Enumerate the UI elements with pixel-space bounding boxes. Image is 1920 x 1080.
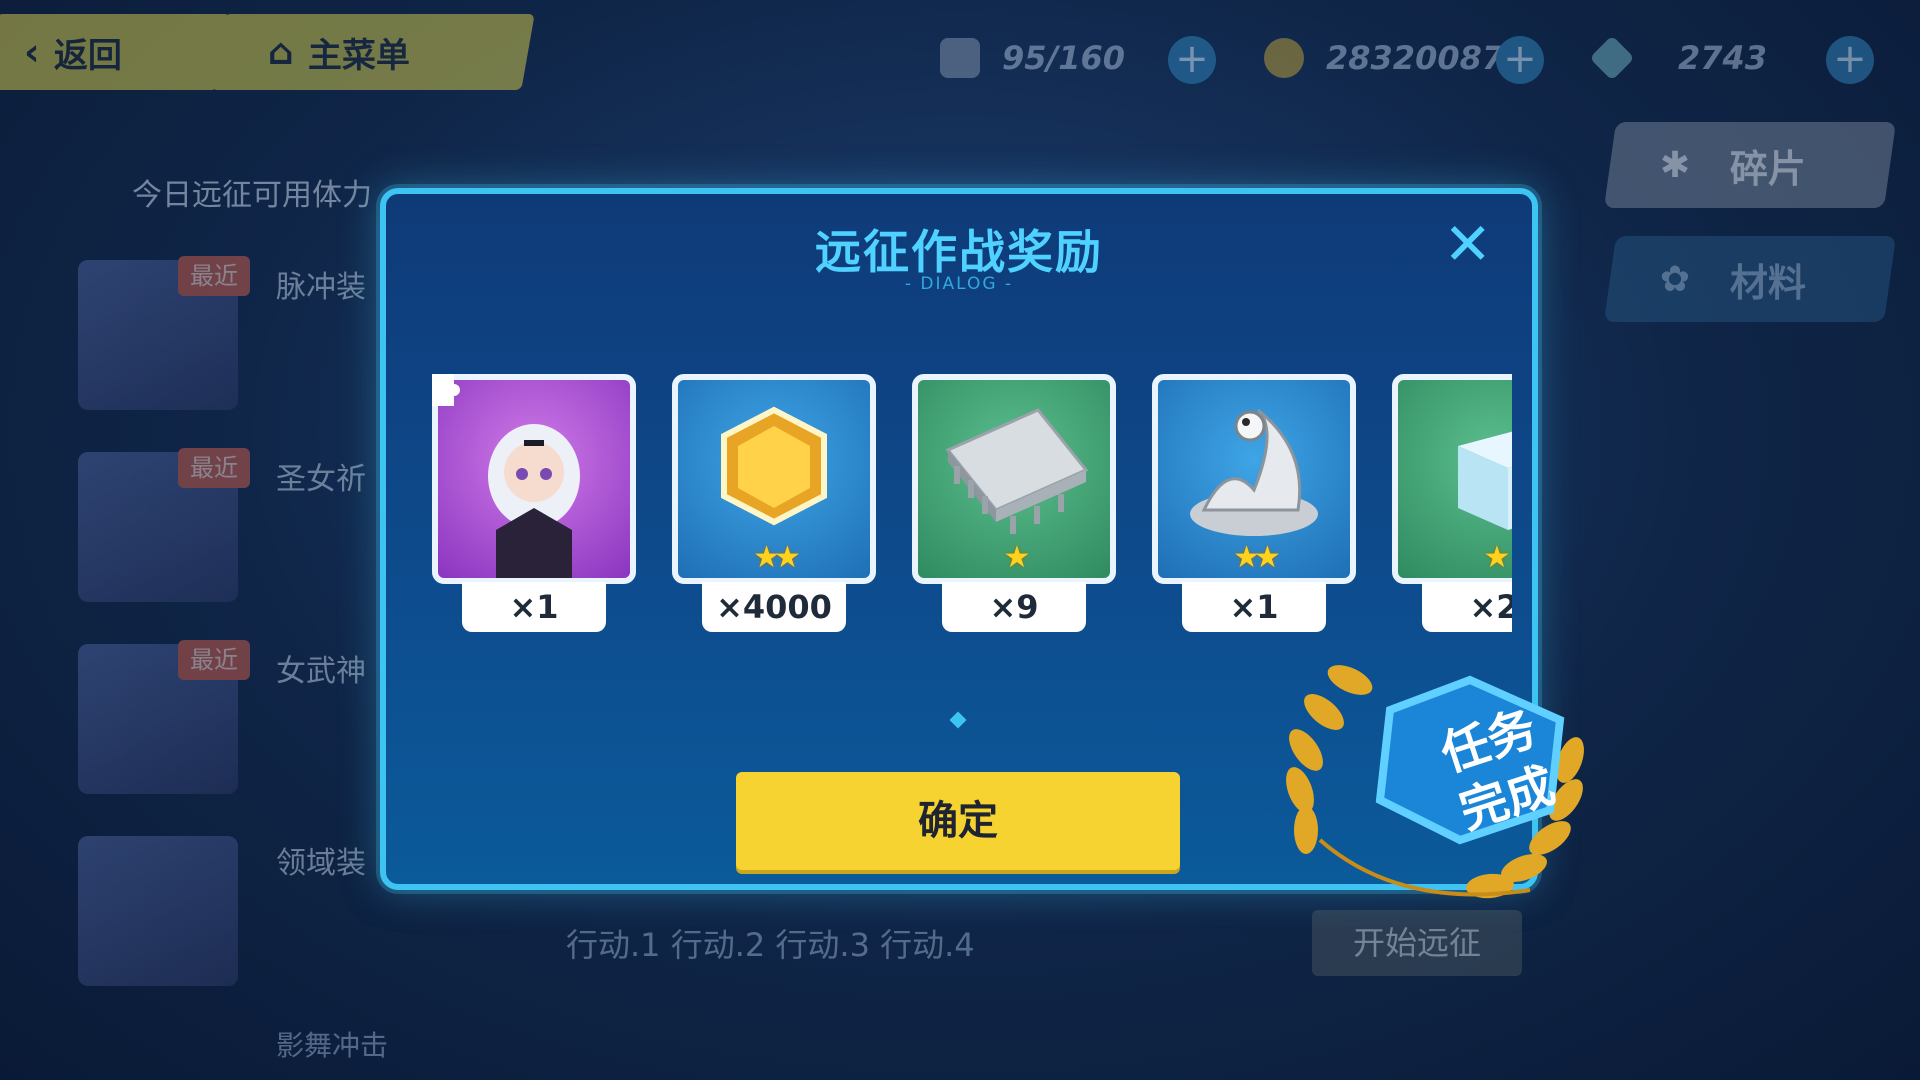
add-coin-button[interactable]: + — [1496, 36, 1544, 84]
expedition-thumb[interactable] — [78, 836, 238, 986]
main-menu-button[interactable]: ⌂ 主菜单 — [211, 14, 535, 90]
reward-quantity: ×1 — [462, 582, 606, 632]
main-menu-label: 主菜单 — [307, 35, 410, 76]
tab-materials-label: 材料 — [1730, 260, 1807, 305]
recent-tag: 最近 — [178, 448, 250, 488]
add-crystal-button[interactable]: + — [1826, 36, 1874, 84]
rarity-stars: ★ — [1483, 540, 1511, 575]
dialog-title: 远征作战奖励 — [815, 225, 1103, 279]
material-icon: ✿ — [1660, 258, 1691, 300]
reward-quantity: ×2 — [1422, 582, 1512, 632]
stamina-value: 95/160 — [1002, 39, 1126, 77]
stamina-counter: 95/160 — [940, 30, 1125, 86]
tab-materials[interactable]: ✿ 材料 — [1603, 236, 1897, 322]
reward-quantity: ×9 — [942, 582, 1086, 632]
reward-quantity: ×4000 — [702, 582, 846, 632]
dialog-subtitle: - DIALOG - — [904, 274, 1014, 294]
coin-value: 28320087 — [1326, 39, 1505, 77]
reward-item[interactable]: ★ ×9 — [912, 374, 1116, 634]
crystal-value: 2743 — [1678, 39, 1768, 77]
reward-quantity: ×1 — [1182, 582, 1326, 632]
confirm-button[interactable]: 确定 — [736, 772, 1180, 870]
crystal-counter: 2743 — [1589, 30, 1768, 86]
rarity-stars: ★ — [1003, 540, 1031, 575]
actions-label: 行动.1 行动.2 行动.3 行动.4 — [566, 926, 975, 964]
back-button[interactable]: ‹ 返回 — [0, 14, 231, 90]
close-icon[interactable]: ✕ — [1443, 210, 1492, 278]
home-icon: ⌂ — [268, 31, 294, 73]
stamina-title: 今日远征可用体力 — [132, 178, 372, 213]
divider-diamond — [949, 711, 967, 729]
rarity-stars: ★★ — [753, 540, 801, 575]
puzzle-icon: ✱ — [1660, 144, 1691, 186]
coin-icon — [1264, 38, 1304, 78]
tab-fragments[interactable]: ✱ 碎片 — [1603, 122, 1897, 208]
recent-tag: 最近 — [178, 640, 250, 680]
reward-item[interactable]: ×1 — [432, 374, 636, 634]
rarity-stars: ★★ — [1233, 540, 1281, 575]
stamina-icon — [940, 38, 980, 78]
back-label: 返回 — [53, 35, 122, 76]
expedition-label: 脉冲装 — [276, 270, 366, 305]
reward-item[interactable]: ★★ ×4000 — [672, 374, 876, 634]
mission-complete-badge: 任务 完成 — [1280, 640, 1600, 940]
reward-item[interactable]: ★ ×2 — [1392, 374, 1512, 634]
reward-list: ×1 ★★ ×4000 ★ ×9 ★★ ×1 ★ ×2 — [432, 374, 1512, 634]
expedition-label: 领域装 — [276, 846, 366, 881]
recent-tag: 最近 — [178, 256, 250, 296]
reward-item[interactable]: ★★ ×1 — [1152, 374, 1356, 634]
crystal-icon — [1589, 35, 1635, 81]
tab-fragments-label: 碎片 — [1730, 146, 1807, 191]
add-stamina-button[interactable]: + — [1168, 36, 1216, 84]
chevron-left-icon: ‹ — [23, 30, 40, 74]
expedition-label: 女武神 — [276, 654, 366, 689]
coin-counter: 28320087 — [1264, 30, 1504, 86]
puzzle-piece-icon — [432, 374, 460, 406]
expedition-label: 圣女祈 — [276, 462, 366, 497]
bottom-label: 影舞冲击 — [276, 1029, 389, 1062]
